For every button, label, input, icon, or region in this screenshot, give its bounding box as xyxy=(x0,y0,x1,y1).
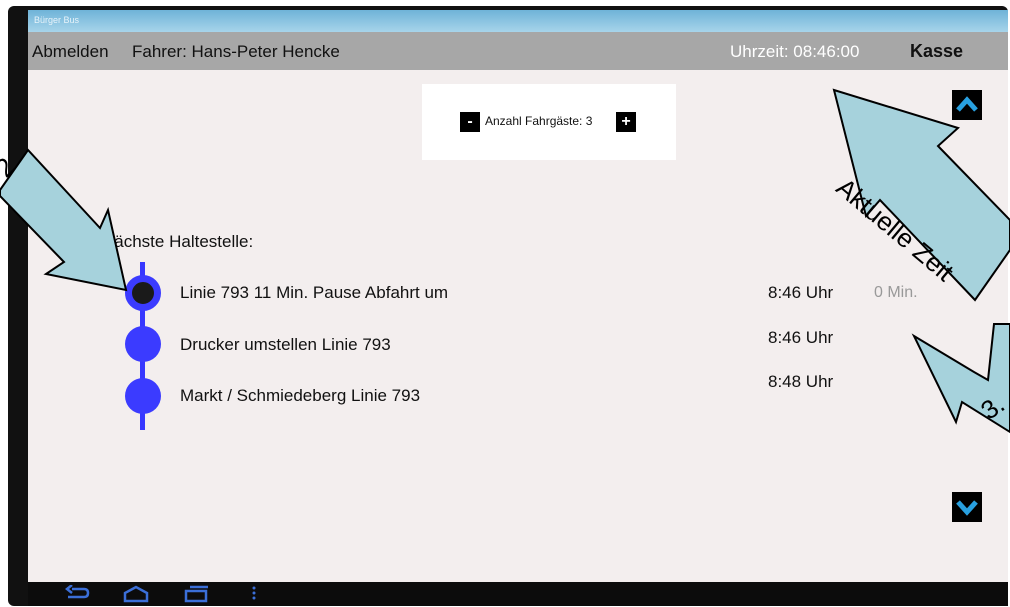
annotation-arrows xyxy=(0,88,1010,434)
